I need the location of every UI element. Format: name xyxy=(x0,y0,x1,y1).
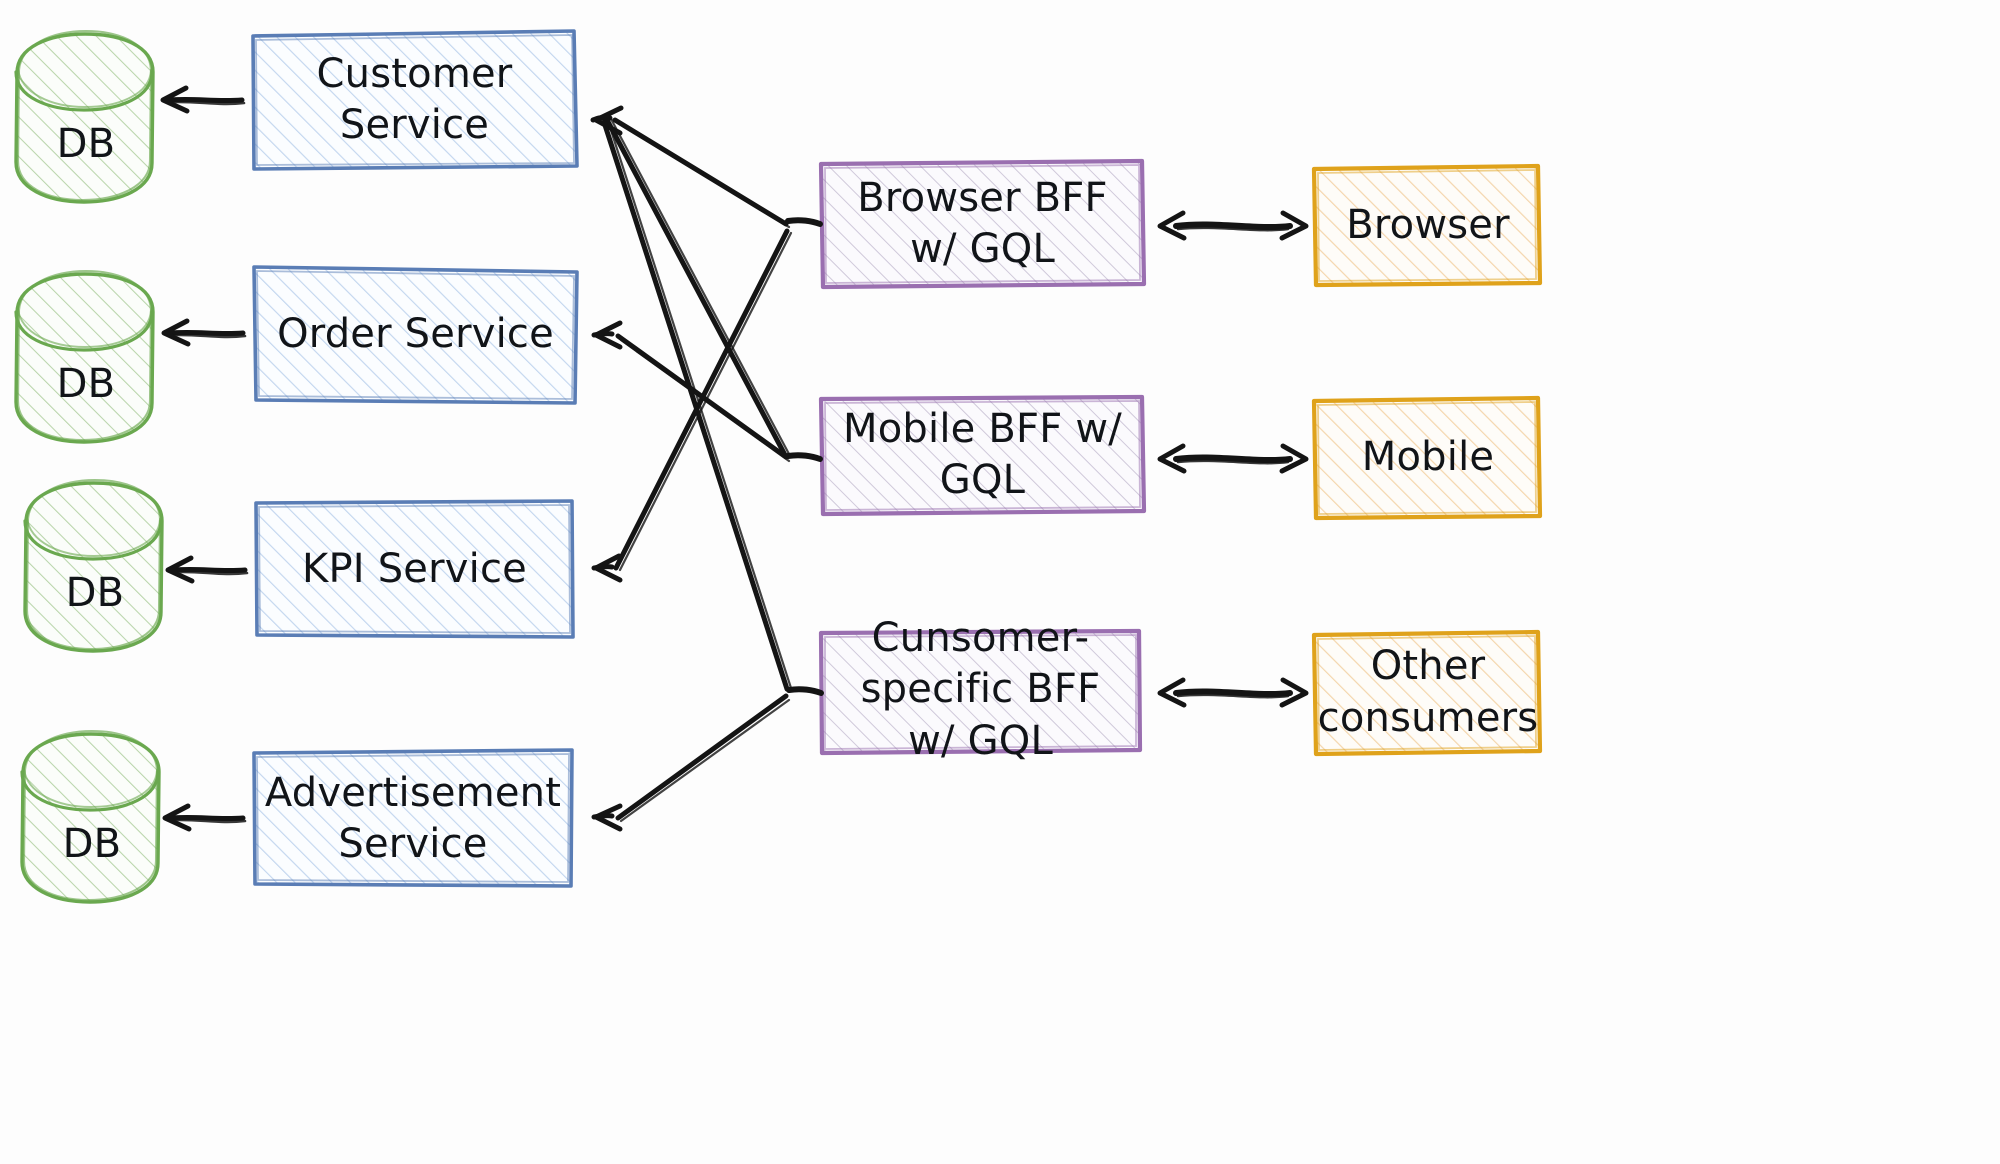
database-shape-order xyxy=(14,269,155,444)
bff-shape-mobile xyxy=(818,394,1147,517)
consumer-shape-browser xyxy=(1311,163,1543,288)
bff-shape-browser xyxy=(818,158,1147,290)
arrow-consumer-bff-to-advertisement-service xyxy=(591,693,791,832)
arrow-browser-bff-to-browser xyxy=(1157,210,1309,241)
database-shape-customer xyxy=(14,29,155,204)
arrow-mobile-bff-to-customer-service xyxy=(603,115,823,462)
arrow-order-service-to-db xyxy=(161,318,247,347)
consumer-shape-mobile xyxy=(1311,395,1543,521)
database-shape-advertisement xyxy=(20,729,161,904)
arrow-browser-bff-to-customer-service xyxy=(590,105,823,229)
diagram-canvas: DB DB DB DB Customer Service Order Servi… xyxy=(0,0,2000,1164)
diagram-artwork xyxy=(14,29,1543,904)
arrow-kpi-service-to-db xyxy=(165,555,249,584)
service-shape-kpi xyxy=(254,499,575,639)
arrow-consumer-bff-to-other-consumers xyxy=(1157,677,1309,708)
bff-shape-consumer xyxy=(818,628,1143,756)
service-shape-customer xyxy=(251,29,579,171)
arrow-mobile-bff-to-mobile xyxy=(1157,443,1309,474)
service-shape-order xyxy=(252,265,579,405)
service-shape-advertisement xyxy=(252,748,574,888)
database-shape-kpi xyxy=(23,478,164,653)
arrow-customer-service-to-db xyxy=(160,85,246,114)
consumer-shape-other xyxy=(1311,629,1543,757)
arrow-advertisement-service-to-db xyxy=(162,803,247,832)
